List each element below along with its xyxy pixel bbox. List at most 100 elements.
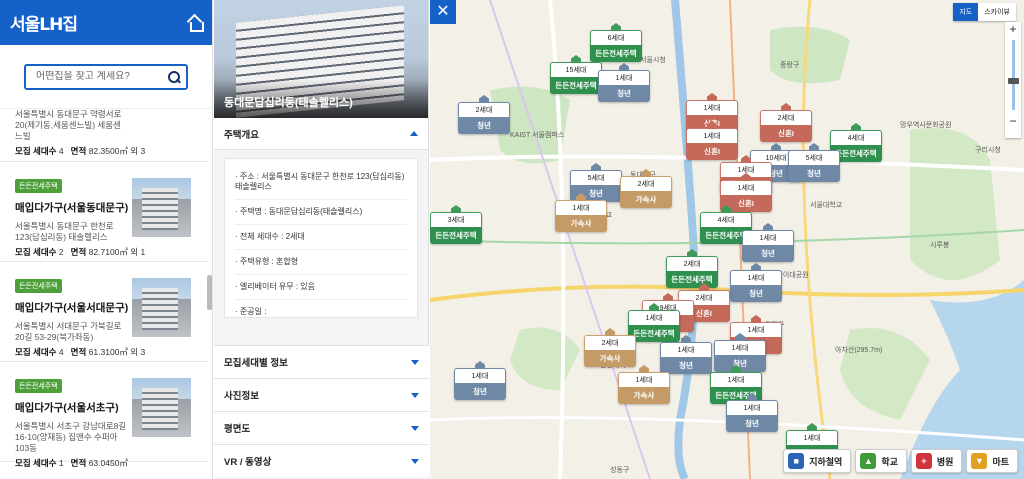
chevron-down-icon bbox=[411, 392, 419, 398]
map-type-skyview[interactable]: 스카이뷰 bbox=[978, 3, 1016, 21]
marker-type: 청년 bbox=[458, 117, 510, 134]
chevron-down-icon bbox=[411, 359, 419, 365]
map-type-toggle: 지도 스카이뷰 bbox=[953, 3, 1016, 21]
marker-count: 1세대 bbox=[454, 368, 506, 383]
accordion-vr-video[interactable]: VR / 동영상 bbox=[214, 444, 429, 477]
map-view[interactable]: 서울시청 KAIST 서울캠퍼스 중랑구 동대문구 서울대학교 구리시청 고려대… bbox=[430, 0, 1024, 479]
accordion-photos[interactable]: 사진정보 bbox=[214, 378, 429, 411]
marker-type: 든든전세주택 bbox=[430, 227, 482, 244]
marker-count: 2세대 bbox=[458, 102, 510, 117]
zoom-in-button[interactable]: + bbox=[1009, 22, 1016, 36]
marker-type: 든든전세주택 bbox=[590, 45, 642, 62]
housing-marker[interactable]: 2세대 가속사 bbox=[620, 169, 672, 208]
item-meta: 모집 세대수 1 면적 63.0450㎡ bbox=[15, 458, 128, 468]
accordion-floorplan[interactable]: 평면도 bbox=[214, 411, 429, 444]
marker-count: 2세대 bbox=[584, 335, 636, 350]
accordion-recruit-units[interactable]: 모집세대별 정보 bbox=[214, 345, 429, 378]
marker-type: 신혼I bbox=[686, 143, 738, 160]
housing-marker[interactable]: 1세대 청년 bbox=[726, 393, 778, 432]
marker-count: 1세대 bbox=[720, 180, 772, 195]
map-label: 아차산(295.7m) bbox=[835, 347, 883, 354]
detail-panel: 동대문답십리동(태솔렐리스) 주택개요 · 주소 : 서울특별시 동대문구 한천… bbox=[214, 0, 429, 479]
marker-count: 1세대 bbox=[686, 100, 738, 115]
building-thumbnail bbox=[132, 378, 191, 437]
marker-count: 2세대 bbox=[666, 256, 718, 271]
marker-count: 5세대 bbox=[570, 170, 622, 185]
housing-marker[interactable]: 1세대 청년 bbox=[454, 361, 506, 400]
info-house-name: · 주택명 : 동대문답십리동(태솔렐리스) bbox=[235, 200, 407, 225]
building-photo: 동대문답십리동(태솔렐리스) bbox=[214, 0, 428, 118]
housing-marker[interactable]: 1세대 가속사 bbox=[618, 365, 670, 404]
housing-marker[interactable]: 2세대 든든전세주택 bbox=[666, 249, 718, 288]
info-completion-date: · 준공일 : bbox=[235, 307, 267, 316]
marker-count: 5세대 bbox=[788, 150, 840, 165]
poi-mart-button[interactable]: ▼ 마트 bbox=[966, 449, 1018, 473]
app-logo[interactable]: 서울LH집 bbox=[10, 10, 78, 35]
marker-type: 청년 bbox=[598, 85, 650, 102]
housing-marker[interactable]: 2세대 신혼I bbox=[760, 103, 812, 142]
marker-count: 1세대 bbox=[786, 430, 838, 445]
list-item[interactable]: 든든전세주택 매입다가구(서울동대문구) 서울특별시 동대문구 한천로 123(… bbox=[0, 162, 207, 262]
type-badge: 든든전세주택 bbox=[15, 379, 62, 393]
housing-marker[interactable]: 1세대신혼I bbox=[686, 121, 738, 160]
poi-hospital-button[interactable]: + 병원 bbox=[910, 449, 963, 473]
chevron-down-icon bbox=[411, 458, 419, 464]
housing-marker[interactable]: 6세대 든든전세주택 bbox=[590, 23, 642, 62]
marker-type: 가속사 bbox=[555, 215, 607, 232]
type-badge: 든든전세주택 bbox=[15, 179, 62, 193]
marker-type: 가속사 bbox=[620, 191, 672, 208]
search-box bbox=[24, 63, 188, 90]
map-label: 성동구 bbox=[610, 467, 630, 474]
marker-type: 청년 bbox=[742, 245, 794, 262]
housing-list: 서울특별시 동대문구 약령서로 20(제기동,세움센느빌) 세움센느빌 모집 세… bbox=[0, 109, 207, 479]
map-type-default[interactable]: 지도 bbox=[953, 3, 979, 21]
marker-count: 1세대 bbox=[628, 310, 680, 325]
housing-marker[interactable]: 2세대 가속사 bbox=[584, 328, 636, 367]
brand-bar: 서울LH집 bbox=[0, 0, 212, 45]
housing-marker[interactable]: 1세대 청년 bbox=[730, 263, 782, 302]
overview-card: · 주소 : 서울특별시 동대문구 한천로 123(답십리동) 태솔렐리스 · … bbox=[224, 158, 418, 318]
housing-marker[interactable]: 15세대 든든전세주택 bbox=[550, 55, 602, 94]
marker-type: 든든전세주택 bbox=[550, 77, 602, 94]
marker-count: 4세대 bbox=[700, 212, 752, 227]
marker-count: 2세대 bbox=[760, 110, 812, 125]
chevron-up-icon bbox=[410, 131, 418, 136]
marker-type: 가속사 bbox=[584, 350, 636, 367]
list-item[interactable]: 든든전세주택 매입다가구(서울서대문구) 서울특별시 서대문구 가북길로20길 … bbox=[0, 262, 207, 362]
poi-subway-button[interactable]: ■ 지하철역 bbox=[783, 449, 852, 473]
search-input[interactable] bbox=[36, 71, 168, 82]
housing-marker[interactable]: 2세대 청년 bbox=[458, 95, 510, 134]
list-item[interactable]: 든든전세주택 매입다가구(서울서초구) 서울특별시 서초구 강남대로8길 16-… bbox=[0, 362, 207, 468]
housing-marker[interactable]: 5세대 청년 bbox=[788, 143, 840, 182]
housing-marker[interactable]: 1세대 청년 bbox=[714, 333, 766, 372]
poi-school-button[interactable]: ▲ 학교 bbox=[855, 449, 907, 473]
zoom-out-button[interactable]: − bbox=[1009, 114, 1016, 128]
marker-count: 1세대 bbox=[686, 128, 738, 143]
info-address: · 주소 : 서울특별시 동대문구 한천로 123(답십리동) 태솔렐리스 bbox=[235, 165, 407, 200]
hospital-icon: + bbox=[915, 453, 932, 469]
home-icon[interactable] bbox=[188, 16, 204, 32]
subway-icon: ■ bbox=[788, 453, 805, 469]
marker-type: 청년 bbox=[788, 165, 840, 182]
housing-marker[interactable]: 1세대 청년 bbox=[742, 223, 794, 262]
item-meta: 모집 세대수 4 면적 61.3100㎡ 외 3 bbox=[15, 347, 146, 357]
map-label: 서울대학교 bbox=[810, 202, 843, 209]
zoom-slider[interactable] bbox=[1007, 40, 1019, 110]
list-scrollbar[interactable] bbox=[207, 275, 212, 310]
marker-count: 1세대 bbox=[598, 70, 650, 85]
listing-panel: 서울LH집 서울특별시 동대문구 약령서로 20(제기동,세움센느빌) 세움센느… bbox=[0, 0, 213, 479]
marker-count: 15세대 bbox=[550, 62, 602, 77]
housing-marker[interactable]: 1세대 청년 bbox=[598, 63, 650, 102]
building-thumbnail bbox=[132, 278, 191, 337]
overview-header[interactable]: 주택개요 bbox=[214, 118, 428, 150]
zoom-slider-handle[interactable] bbox=[1007, 78, 1019, 84]
marker-count: 1세대 bbox=[555, 200, 607, 215]
list-item[interactable]: 서울특별시 동대문구 약령서로 20(제기동,세움센느빌) 세움센느빌 모집 세… bbox=[0, 109, 207, 162]
housing-marker[interactable]: 3세대 든든전세주택 bbox=[430, 205, 482, 244]
housing-marker[interactable]: 1세대 청년 bbox=[660, 335, 712, 374]
close-map-button[interactable]: ✕ bbox=[430, 0, 456, 24]
search-icon[interactable] bbox=[168, 70, 180, 83]
map-label: KAIST 서울캠퍼스 bbox=[510, 132, 565, 139]
map-label: 중랑구 bbox=[780, 62, 800, 69]
housing-marker[interactable]: 1세대 가속사 bbox=[555, 193, 607, 232]
